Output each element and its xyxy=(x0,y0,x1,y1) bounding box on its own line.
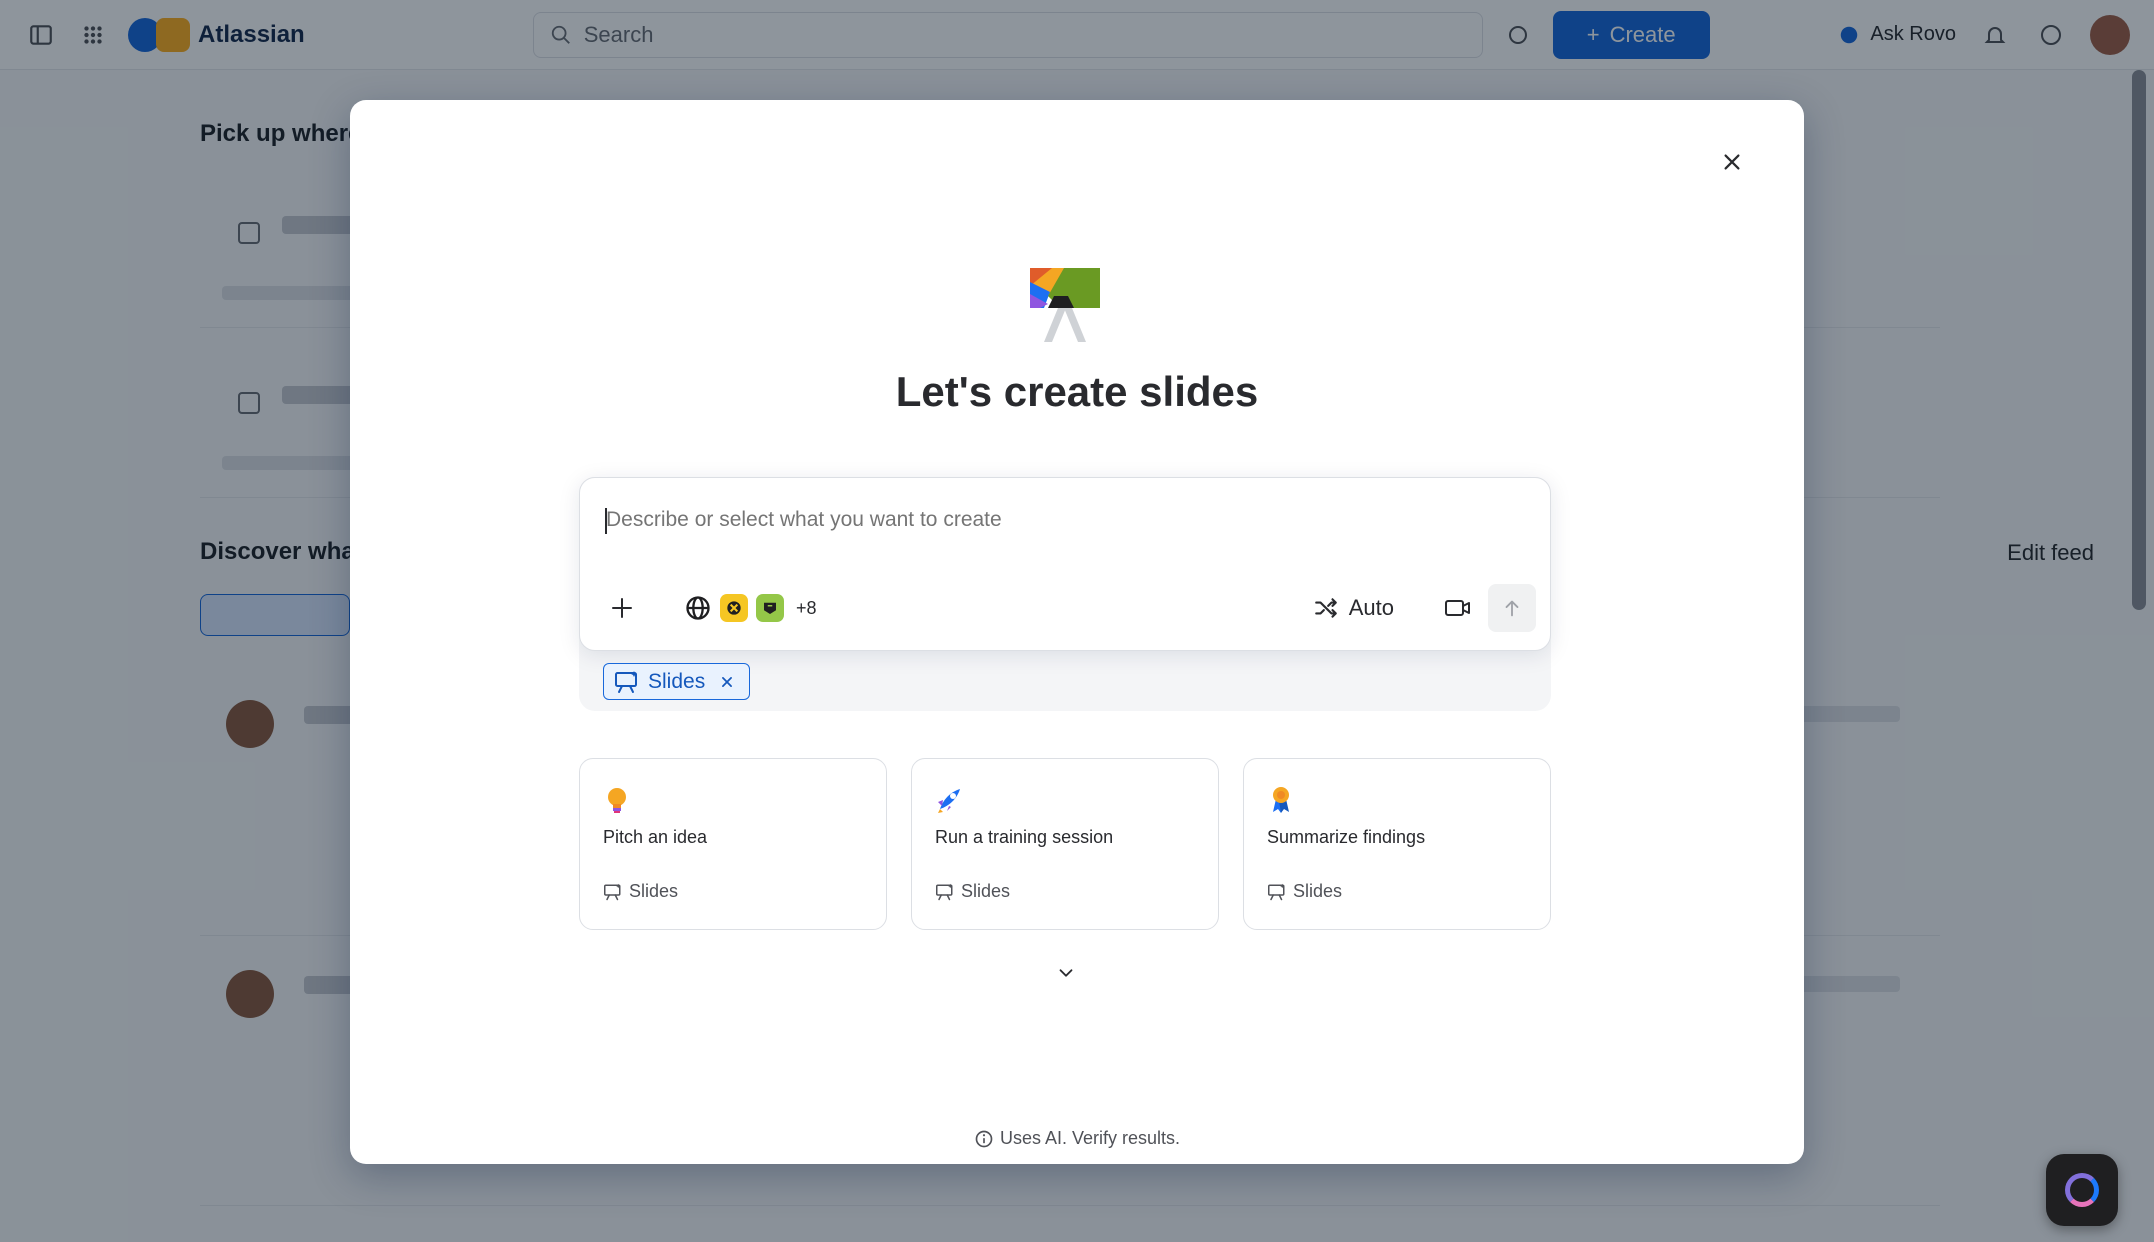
add-attachment-button[interactable] xyxy=(600,586,644,630)
plus-icon xyxy=(612,598,632,618)
selected-type-chip: Slides xyxy=(603,663,751,700)
close-icon xyxy=(1724,154,1740,170)
lightbulb-icon xyxy=(608,788,626,813)
prompt-composer: +8 Auto xyxy=(579,477,1551,651)
rocket-icon xyxy=(938,789,960,813)
chip-label: Slides xyxy=(648,669,706,693)
rovo-chat-button[interactable] xyxy=(2046,1154,2118,1226)
suggestion-type-label: Slides xyxy=(629,881,679,901)
suggestion-type: Slides xyxy=(935,881,1010,902)
slides-presentation-icon xyxy=(1030,268,1100,342)
prompt-input[interactable] xyxy=(606,508,1506,532)
chevron-down-icon xyxy=(1059,969,1073,977)
suggestion-title: Pitch an idea xyxy=(603,827,708,847)
slides-icon xyxy=(604,883,621,900)
more-sources-count: +8 xyxy=(796,597,817,618)
suggestion-card[interactable]: Run a training session Slides xyxy=(911,758,1219,930)
suggestion-type: Slides xyxy=(603,881,678,902)
rovo-icon xyxy=(2065,1173,2099,1207)
dialog-title: Let's create slides xyxy=(895,368,1259,415)
arrow-up-icon xyxy=(1505,600,1519,617)
slides-icon xyxy=(936,883,953,900)
web-globe-icon xyxy=(686,596,710,620)
composer-area: +8 Auto Slides xyxy=(579,477,1551,711)
text-cursor xyxy=(605,508,607,534)
award-ribbon-icon xyxy=(1273,787,1289,813)
disclaimer-text: Uses AI. Verify results. xyxy=(999,1128,1181,1148)
app-source-icon xyxy=(756,594,784,622)
composer-toolbar: +8 Auto xyxy=(600,583,1536,633)
close-button[interactable] xyxy=(1708,138,1756,186)
close-icon xyxy=(722,676,733,687)
ai-disclaimer: Uses AI. Verify results. xyxy=(350,1128,1804,1149)
suggestion-type: Slides xyxy=(1267,881,1342,902)
suggestion-cards: Pitch an idea Slides Run a training sess… xyxy=(579,758,1551,930)
suggestion-card[interactable]: Summarize findings Slides xyxy=(1243,758,1551,930)
slides-icon xyxy=(1268,883,1285,900)
mode-selector-button[interactable]: Auto xyxy=(1299,586,1408,630)
info-icon xyxy=(975,1130,993,1147)
knowledge-sources-button[interactable]: +8 xyxy=(684,594,817,622)
suggestion-title: Run a training session xyxy=(935,827,1114,847)
show-more-button[interactable] xyxy=(1051,958,1081,988)
remove-chip-button[interactable] xyxy=(717,672,737,692)
suggestion-type-label: Slides xyxy=(1293,881,1343,901)
suggestion-type-label: Slides xyxy=(961,881,1011,901)
suggestion-card[interactable]: Pitch an idea Slides xyxy=(579,758,887,930)
video-camera-icon xyxy=(1445,600,1470,616)
suggestion-title: Summarize findings xyxy=(1267,827,1426,847)
app-source-icon xyxy=(720,594,748,622)
record-video-button[interactable] xyxy=(1434,586,1482,630)
submit-button[interactable] xyxy=(1488,584,1536,632)
shuffle-icon xyxy=(1314,598,1337,618)
create-slides-dialog: Let's create slides +8 xyxy=(350,100,1804,1164)
slides-icon xyxy=(615,670,637,693)
mode-label: Auto xyxy=(1348,595,1394,620)
